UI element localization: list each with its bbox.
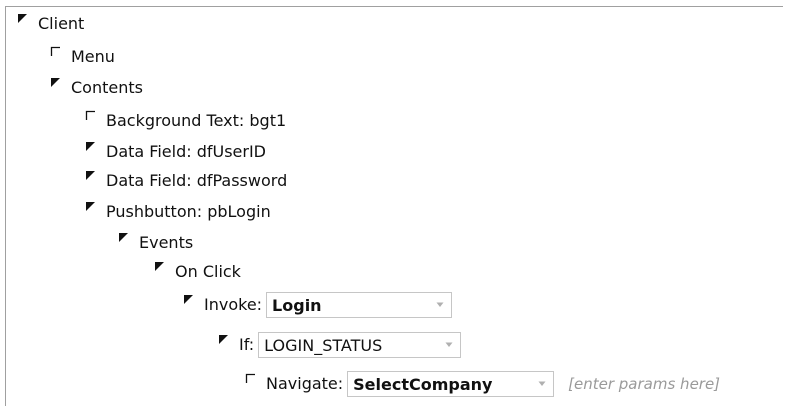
navigate-select-value: SelectCompany — [353, 374, 493, 394]
dropdown-arrow-icon[interactable] — [445, 342, 453, 348]
tree-node-label: On Click — [175, 262, 241, 281]
expanded-triangle-icon[interactable] — [118, 232, 130, 246]
dropdown-arrow-icon[interactable] — [436, 302, 444, 308]
tree-node-label: Menu — [71, 47, 115, 66]
tree-node-contents[interactable]: Contents — [50, 73, 143, 103]
tree-node-pushbutton[interactable]: Pushbutton: pbLogin — [85, 197, 271, 227]
expanded-triangle-icon[interactable] — [154, 261, 166, 275]
tree-node-label: Navigate: — [266, 374, 344, 393]
params-input[interactable]: [enter params here] — [568, 375, 720, 393]
tree-node-client[interactable]: Client — [17, 9, 84, 39]
tree-node-invoke[interactable]: Invoke: Login — [183, 290, 453, 320]
tree-node-label: Events — [139, 233, 194, 252]
tree-node-data-field-password[interactable]: Data Field: dfPassword — [85, 166, 287, 196]
collapsed-corner-icon[interactable] — [85, 110, 97, 124]
tree-node-label: Pushbutton: pbLogin — [106, 202, 271, 221]
tree-node-label: Background Text: bgt1 — [106, 111, 287, 130]
collapsed-corner-icon[interactable] — [245, 373, 257, 387]
expanded-triangle-icon[interactable] — [85, 201, 97, 215]
invoke-select[interactable]: Login — [266, 292, 453, 318]
expanded-triangle-icon[interactable] — [85, 141, 97, 155]
tree-node-label: Contents — [71, 78, 143, 97]
tree-node-background-text[interactable]: Background Text: bgt1 — [85, 106, 286, 136]
dropdown-arrow-icon[interactable] — [538, 381, 546, 387]
collapsed-corner-icon[interactable] — [50, 46, 62, 60]
if-condition-value: LOGIN_STATUS — [264, 335, 383, 355]
expanded-triangle-icon[interactable] — [17, 13, 29, 27]
invoke-select-value: Login — [272, 295, 322, 315]
tree-node-menu[interactable]: Menu — [50, 42, 115, 72]
tree-node-events[interactable]: Events — [118, 228, 193, 258]
expanded-triangle-icon[interactable] — [183, 294, 195, 308]
tree-node-label: Client — [38, 14, 85, 33]
tree-node-on-click[interactable]: On Click — [154, 257, 241, 287]
navigate-select[interactable]: SelectCompany — [347, 371, 555, 397]
tree-node-label: If: — [239, 335, 255, 354]
expanded-triangle-icon[interactable] — [85, 170, 97, 184]
tree-node-navigate[interactable]: Navigate: SelectCompany [enter params he… — [245, 369, 720, 399]
tree-node-label: Data Field: dfPassword — [106, 171, 288, 190]
tree-node-data-field-userid[interactable]: Data Field: dfUserID — [85, 137, 266, 167]
tree-node-label: Data Field: dfUserID — [106, 142, 266, 161]
tree-node-if[interactable]: If: LOGIN_STATUS — [218, 330, 462, 360]
tree-node-label: Invoke: — [204, 295, 263, 314]
expanded-triangle-icon[interactable] — [218, 334, 230, 348]
if-condition-select[interactable]: LOGIN_STATUS — [258, 332, 462, 358]
expanded-triangle-icon[interactable] — [50, 77, 62, 91]
